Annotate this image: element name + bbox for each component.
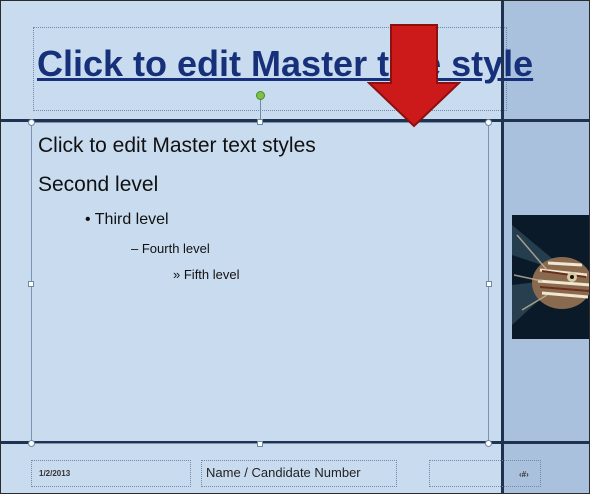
resize-handle-middle-right[interactable]: [486, 281, 492, 287]
bullet-icon: •: [85, 211, 91, 228]
text-level-1[interactable]: Click to edit Master text styles: [38, 134, 316, 158]
level-5-label: Fifth level: [183, 267, 240, 282]
chevron-bullet-icon: »: [173, 267, 181, 282]
resize-handle-top-left[interactable]: [28, 119, 35, 126]
lionfish-image: [512, 215, 589, 339]
level-2-label: Second level: [38, 173, 159, 196]
down-arrow-icon: [367, 24, 461, 128]
resize-handle-bottom-left[interactable]: [28, 440, 35, 447]
slide-number-text: ‹#›: [519, 470, 529, 479]
date-text: 1/2/2013: [39, 469, 71, 478]
vertical-guide[interactable]: [501, 1, 504, 493]
rotation-handle-stem: [260, 100, 261, 120]
body-placeholder[interactable]: [31, 122, 489, 444]
level-4-label: Fourth level: [141, 241, 210, 256]
resize-handle-top-right[interactable]: [485, 119, 492, 126]
resize-handle-bottom-center[interactable]: [257, 441, 263, 447]
resize-handle-middle-left[interactable]: [28, 281, 34, 287]
slide-master-canvas: Click to edit Master title style Click t…: [0, 0, 590, 494]
resize-handle-bottom-right[interactable]: [485, 440, 492, 447]
rotation-handle[interactable]: [256, 91, 265, 100]
level-3-label: Third level: [94, 211, 169, 228]
dash-bullet-icon: –: [131, 241, 139, 256]
text-level-3[interactable]: • Third level: [85, 211, 169, 229]
lionfish-picture[interactable]: [512, 215, 589, 339]
text-level-4[interactable]: – Fourth level: [131, 241, 210, 256]
text-level-2[interactable]: Second level: [38, 173, 158, 197]
text-level-5[interactable]: » Fifth level: [173, 267, 240, 282]
level-1-label: Click to edit Master text styles: [38, 134, 316, 157]
footer-text: Name / Candidate Number: [206, 465, 361, 480]
